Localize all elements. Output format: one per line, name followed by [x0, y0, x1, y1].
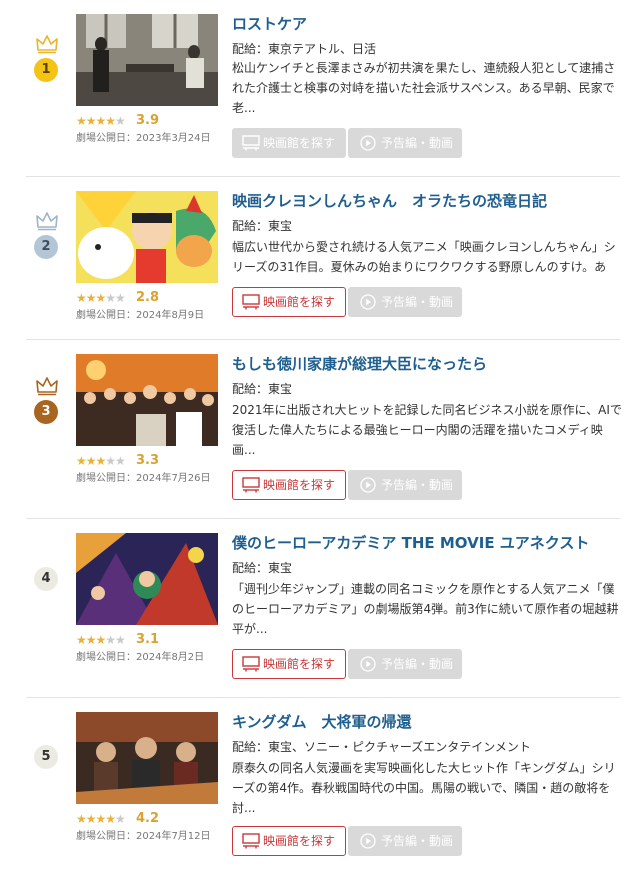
ranking-item: 3 ★★★★★ 3.3 劇場公開日：2024年7月26日 もしも徳川家康が総理大…	[0, 340, 640, 519]
trailer-label: 予告編・動画	[381, 834, 454, 848]
play-icon	[360, 477, 376, 493]
theater-icon	[242, 135, 260, 151]
movie-poster[interactable]	[76, 14, 218, 106]
find-theater-label: 映画館を探す	[263, 834, 336, 848]
distributor: 配給：東宝	[232, 561, 293, 575]
release-date: 劇場公開日：2024年8月2日	[76, 652, 205, 663]
crown-icon	[36, 377, 58, 396]
stars-empty: ★★	[105, 633, 125, 647]
trailer-label: 予告編・動画	[381, 657, 454, 671]
play-icon	[360, 656, 376, 672]
stars-empty: ★★	[105, 291, 125, 305]
ranking-list: 1 ★★★★★ 3.9 劇場公開日：2023年3月24日 ロストケア 配給：東京…	[0, 0, 640, 872]
synopsis: 「週刊少年ジャンプ」連載の同名コミックを原作とする人気アニメ「僕のヒーローアカデ…	[232, 582, 619, 636]
find-theater-label: 映画館を探す	[263, 478, 336, 492]
distributor: 配給：東宝	[232, 219, 293, 233]
movie-title[interactable]: ロストケア	[232, 14, 307, 34]
find-theater-button[interactable]: 映画館を探す	[232, 287, 346, 317]
find-theater-button[interactable]: 映画館を探す	[232, 826, 346, 856]
find-theater-label: 映画館を探す	[263, 136, 336, 150]
trailer-label: 予告編・動画	[381, 295, 454, 309]
stars-filled: ★★★	[76, 454, 106, 468]
ranking-item: 5 ★★★★★ 4.2 劇場公開日：2024年7月12日 キングダム 大将軍の帰…	[0, 698, 640, 872]
trailer-button[interactable]: 予告編・動画	[348, 287, 462, 317]
ranking-item: 1 ★★★★★ 3.9 劇場公開日：2023年3月24日 ロストケア 配給：東京…	[0, 0, 640, 177]
trailer-button[interactable]: 予告編・動画	[348, 826, 462, 856]
star-rating: ★★★★★	[76, 113, 126, 129]
star-rating: ★★★★★	[76, 453, 126, 469]
play-icon	[360, 833, 376, 849]
rank-badge: 5	[34, 745, 58, 769]
stars-filled: ★★★★	[76, 812, 116, 826]
rank-badge: 4	[34, 567, 58, 591]
rating-score: 2.8	[136, 290, 160, 305]
distributor: 配給：東宝、ソニー・ピクチャーズエンタテインメント	[232, 740, 531, 754]
rating-score: 3.9	[136, 113, 160, 128]
trailer-button[interactable]: 予告編・動画	[348, 128, 462, 158]
find-theater-button[interactable]: 映画館を探す	[232, 649, 346, 679]
theater-icon	[242, 294, 260, 310]
star-rating: ★★★★★	[76, 290, 126, 306]
synopsis: 松山ケンイチと長澤まさみが初共演を果たし、連続殺人犯として逮捕された介護士と検事…	[232, 61, 616, 115]
play-icon	[360, 135, 376, 151]
release-date: 劇場公開日：2023年3月24日	[76, 133, 211, 144]
movie-title[interactable]: もしも徳川家康が総理大臣になったら	[232, 354, 487, 374]
rating-score: 3.3	[136, 453, 160, 468]
crown-icon	[36, 212, 58, 231]
release-date: 劇場公開日：2024年7月12日	[76, 831, 211, 842]
movie-title[interactable]: キングダム 大将軍の帰還	[232, 712, 412, 732]
movie-poster[interactable]	[76, 354, 218, 446]
ranking-item: 2 ★★★★★ 2.8 劇場公開日：2024年8月9日 映画クレヨンしんちゃん …	[0, 177, 640, 340]
rating-score: 3.1	[136, 632, 160, 647]
stars-filled: ★★★★	[76, 114, 116, 128]
theater-icon	[242, 477, 260, 493]
rank-badge: 3	[34, 400, 58, 424]
movie-title[interactable]: 僕のヒーローアカデミア THE MOVIE ユアネクスト	[232, 533, 589, 553]
distributor: 配給：東宝	[232, 382, 293, 396]
find-theater-label: 映画館を探す	[263, 657, 336, 671]
theater-icon	[242, 833, 260, 849]
play-icon	[360, 294, 376, 310]
movie-poster[interactable]	[76, 191, 218, 283]
rating-score: 4.2	[136, 811, 160, 826]
find-theater-button[interactable]: 映画館を探す	[232, 128, 346, 158]
stars-filled: ★★★	[76, 291, 106, 305]
release-date: 劇場公開日：2024年8月9日	[76, 310, 205, 321]
movie-poster[interactable]	[76, 712, 218, 804]
synopsis: 原泰久の同名人気漫画を実写映画化した大ヒット作「キングダム」シリーズの第4作。春…	[232, 761, 616, 815]
trailer-label: 予告編・動画	[381, 136, 454, 150]
release-date: 劇場公開日：2024年7月26日	[76, 473, 211, 484]
stars-filled: ★★★	[76, 633, 106, 647]
trailer-label: 予告編・動画	[381, 478, 454, 492]
trailer-button[interactable]: 予告編・動画	[348, 470, 462, 500]
movie-title[interactable]: 映画クレヨンしんちゃん オラたちの恐竜日記	[232, 191, 547, 211]
rank-badge: 1	[34, 58, 58, 82]
rank-badge: 2	[34, 235, 58, 259]
trailer-button[interactable]: 予告編・動画	[348, 649, 462, 679]
stars-empty: ★★	[105, 454, 125, 468]
star-rating: ★★★★★	[76, 811, 126, 827]
distributor: 配給：東京テアトル、日活	[232, 42, 377, 56]
ranking-item: 4 ★★★★★ 3.1 劇場公開日：2024年8月2日 僕のヒーローアカデミア …	[0, 519, 640, 698]
star-rating: ★★★★★	[76, 632, 126, 648]
movie-poster[interactable]	[76, 533, 218, 625]
stars-empty: ★	[115, 812, 126, 826]
stars-empty: ★	[115, 114, 126, 128]
synopsis: 幅広い世代から愛され続ける人気アニメ「映画クレヨンしんちゃん」シリーズの31作目…	[232, 240, 616, 274]
theater-icon	[242, 656, 260, 672]
find-theater-label: 映画館を探す	[263, 295, 336, 309]
crown-icon	[36, 35, 58, 54]
find-theater-button[interactable]: 映画館を探す	[232, 470, 346, 500]
synopsis: 2021年に出版され大ヒットを記録した同名ビジネス小説を原作に、AIで復活した偉…	[232, 403, 622, 457]
